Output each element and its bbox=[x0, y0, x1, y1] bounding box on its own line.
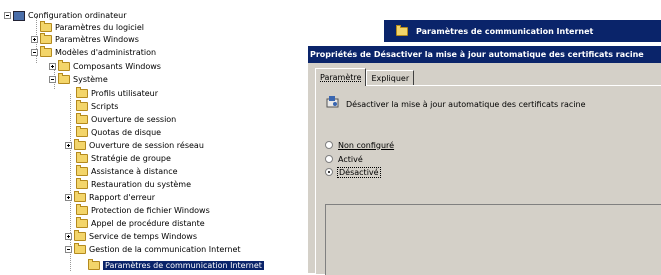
folder-icon bbox=[76, 152, 88, 163]
tree-label: Restauration du système bbox=[91, 180, 191, 189]
expand-toggle[interactable] bbox=[31, 36, 38, 43]
tree-node-group-policy[interactable]: Stratégie de groupe bbox=[76, 152, 171, 165]
tree-node-file-protection[interactable]: Protection de fichier Windows bbox=[76, 204, 210, 217]
folder-icon bbox=[88, 259, 100, 270]
radio-button[interactable] bbox=[325, 141, 333, 149]
background-window-title: Paramètres de communication Internet bbox=[416, 26, 594, 36]
options-box bbox=[325, 204, 661, 275]
expand-toggle[interactable] bbox=[65, 233, 72, 240]
folder-icon bbox=[76, 204, 88, 215]
collapse-toggle[interactable] bbox=[65, 246, 72, 253]
tree-label: Appel de procédure distante bbox=[91, 219, 205, 228]
tree-label: Protection de fichier Windows bbox=[91, 206, 210, 215]
tree-label: Profils utilisateur bbox=[91, 89, 159, 98]
collapse-toggle[interactable] bbox=[4, 12, 11, 19]
tree-node-scripts[interactable]: Scripts bbox=[76, 100, 118, 113]
tree-node-logon[interactable]: Ouverture de session bbox=[76, 113, 176, 126]
tab-expliquer[interactable]: Expliquer bbox=[366, 70, 415, 86]
expand-toggle[interactable] bbox=[49, 63, 56, 70]
tree-label: Ouverture de session réseau bbox=[89, 141, 204, 150]
folder-icon bbox=[76, 178, 88, 189]
folder-icon bbox=[74, 230, 86, 241]
tree-node-rpc[interactable]: Appel de procédure distante bbox=[76, 217, 205, 230]
folder-icon bbox=[74, 139, 86, 150]
folder-icon bbox=[58, 73, 70, 84]
tree-label: Scripts bbox=[91, 102, 119, 111]
tree-node-user-profiles[interactable]: Profils utilisateur bbox=[76, 87, 158, 100]
tab-label: Paramètre bbox=[320, 73, 362, 82]
tree-label: Rapport d'erreur bbox=[89, 193, 156, 202]
tree-label: Paramètres Windows bbox=[55, 35, 139, 44]
radio-label: Non configuré bbox=[338, 140, 395, 150]
settings-panel: Désactiver la mise à jour automatique de… bbox=[315, 85, 661, 275]
tree-label: Ouverture de session bbox=[91, 115, 177, 124]
tree-label: Composants Windows bbox=[73, 62, 161, 71]
policy-tree: Configuration ordinateur Paramètres du l… bbox=[0, 0, 300, 273]
radio-disabled[interactable]: Désactivé bbox=[325, 166, 381, 178]
tree-label-selected: Paramètres de communication Internet bbox=[103, 261, 264, 270]
tree-node-internet-comm-settings[interactable]: Paramètres de communication Internet bbox=[88, 259, 264, 272]
folder-icon bbox=[76, 126, 88, 137]
folder-icon bbox=[40, 21, 52, 32]
folder-icon bbox=[74, 243, 86, 254]
tree-node-disk-quotas[interactable]: Quotas de disque bbox=[76, 126, 161, 139]
policy-setting-icon bbox=[326, 96, 339, 108]
dialog-titlebar[interactable]: Propriétés de Désactiver la mise à jour … bbox=[308, 46, 661, 63]
tree-node-system-restore[interactable]: Restauration du système bbox=[76, 178, 191, 191]
radio-button-selected[interactable] bbox=[325, 168, 333, 176]
collapse-toggle[interactable] bbox=[49, 76, 56, 83]
folder-icon bbox=[396, 24, 408, 36]
folder-icon bbox=[76, 217, 88, 228]
folder-icon bbox=[76, 87, 88, 98]
tree-label: Stratégie de groupe bbox=[91, 154, 171, 163]
tree-label: Service de temps Windows bbox=[89, 232, 198, 241]
tab-parametre[interactable]: Paramètre bbox=[315, 68, 367, 86]
folder-icon bbox=[74, 191, 86, 202]
tree-node-admin-templates[interactable]: Modèles d'administration bbox=[31, 46, 156, 59]
background-window-header: Paramètres de communication Internet bbox=[384, 20, 661, 42]
dialog-title: Propriétés de Désactiver la mise à jour … bbox=[310, 50, 644, 59]
tree-label: Assistance à distance bbox=[91, 167, 178, 176]
radio-label: Désactivé bbox=[337, 166, 381, 178]
radio-label: Activé bbox=[338, 154, 363, 164]
tree-node-windows-components[interactable]: Composants Windows bbox=[49, 60, 161, 73]
tree-label: Paramètres du logiciel bbox=[55, 23, 145, 32]
tree-node-remote-assistance[interactable]: Assistance à distance bbox=[76, 165, 178, 178]
tree-node-internet-comm-mgmt[interactable]: Gestion de la communication Internet bbox=[65, 243, 241, 256]
policy-name: Désactiver la mise à jour automatique de… bbox=[346, 100, 586, 109]
folder-icon bbox=[76, 165, 88, 176]
tree-label: Modèles d'administration bbox=[55, 48, 157, 57]
tree-node-net-logon[interactable]: Ouverture de session réseau bbox=[65, 139, 204, 152]
tree-node-time-service[interactable]: Service de temps Windows bbox=[65, 230, 197, 243]
folder-icon bbox=[58, 60, 70, 71]
folder-icon bbox=[76, 113, 88, 124]
tree-label: Gestion de la communication Internet bbox=[89, 245, 241, 254]
computer-icon bbox=[13, 10, 25, 21]
tab-label: Expliquer bbox=[371, 74, 410, 83]
tree-label: Configuration ordinateur bbox=[28, 11, 127, 20]
radio-enabled[interactable]: Activé bbox=[325, 153, 363, 165]
tree-node-system[interactable]: Système bbox=[49, 73, 108, 86]
radio-button[interactable] bbox=[325, 155, 333, 163]
expand-toggle[interactable] bbox=[65, 194, 72, 201]
tree-label: Quotas de disque bbox=[91, 128, 162, 137]
tab-strip: Paramètre Expliquer bbox=[315, 68, 415, 86]
radio-not-configured[interactable]: Non configuré bbox=[325, 139, 394, 151]
folder-icon bbox=[40, 46, 52, 57]
collapse-toggle[interactable] bbox=[31, 49, 38, 56]
tree-label: Système bbox=[73, 75, 108, 84]
expand-toggle[interactable] bbox=[65, 142, 72, 149]
folder-icon bbox=[76, 100, 88, 111]
tree-node-error-reporting[interactable]: Rapport d'erreur bbox=[65, 191, 155, 204]
folder-icon bbox=[40, 33, 52, 44]
properties-dialog: Propriétés de Désactiver la mise à jour … bbox=[307, 46, 661, 275]
tree-node-windows-settings[interactable]: Paramètres Windows bbox=[31, 33, 139, 46]
